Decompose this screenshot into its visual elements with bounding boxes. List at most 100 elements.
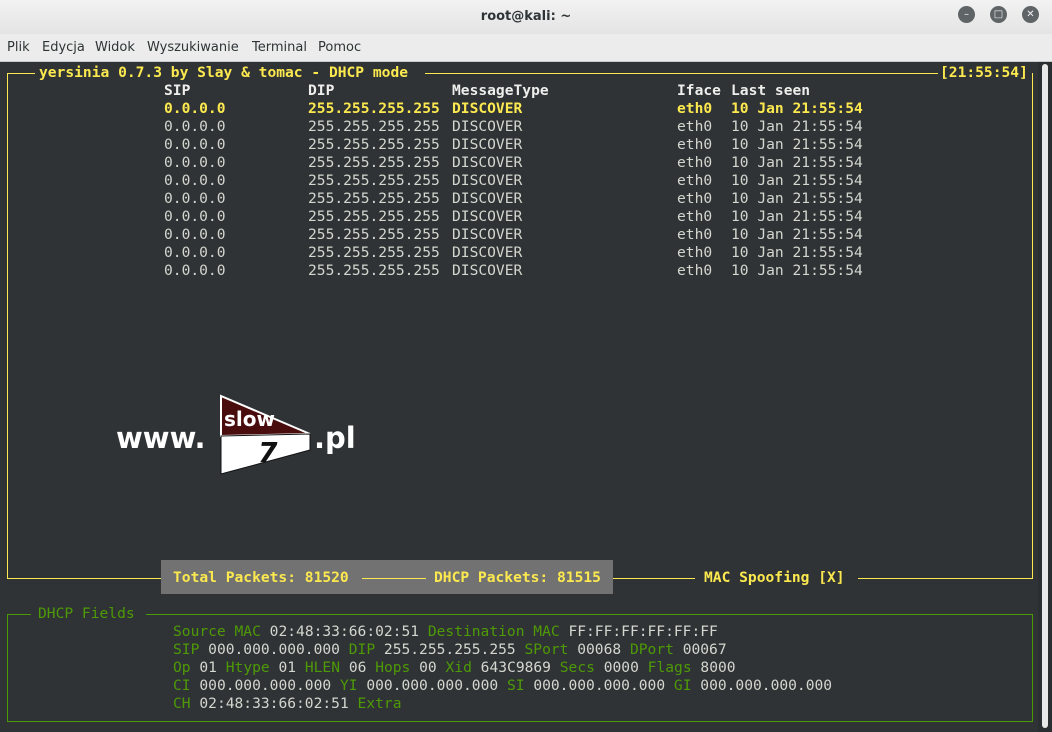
field-label: DIP (348, 641, 376, 658)
row-msg: DISCOVER (452, 226, 523, 243)
col-dip: DIP (308, 82, 335, 99)
field-label: GI (673, 677, 692, 694)
field-label: Op (173, 659, 191, 676)
frame-top-left (7, 73, 35, 74)
menu-edycja[interactable]: Edycja (42, 40, 85, 55)
field-label: CH (173, 695, 191, 712)
field-label: CI (173, 677, 191, 694)
field-label: Destination MAC (427, 623, 560, 640)
row-sip: 0.0.0.0 (164, 244, 226, 261)
maximize-icon[interactable]: □ (990, 6, 1007, 23)
total-packets: Total Packets: 81520 (173, 569, 349, 586)
field-value[interactable]: 01 (199, 659, 217, 676)
fields-bottom (7, 721, 1033, 722)
header-title: yersinia 0.7.3 by Slay & tomac - DHCP mo… (39, 64, 409, 81)
field-value[interactable]: 00 (419, 659, 437, 676)
field-value[interactable]: 255.255.255.255 (384, 641, 516, 658)
field-value[interactable]: 06 (349, 659, 367, 676)
frame-bottom-left (7, 578, 161, 579)
watermark-badge-top: slow (224, 407, 275, 431)
field-value[interactable]: 8000 (700, 659, 735, 676)
fields-title: DHCP Fields (38, 605, 135, 622)
field-value[interactable]: 00067 (683, 641, 727, 658)
scrollbar[interactable] (1038, 62, 1052, 732)
row-seen: 10 Jan 21:55:54 (731, 154, 863, 171)
col-iface: Iface (677, 82, 721, 99)
frame-bottom-right (858, 578, 1033, 579)
row-dip: 255.255.255.255 (308, 172, 440, 189)
field-value[interactable]: 02:48:33:66:02:51 (270, 623, 419, 640)
watermark-badge: slow 7 (220, 394, 311, 475)
row-msg: DISCOVER (452, 154, 523, 171)
frame-left (7, 73, 8, 579)
header-clock: [21:55:54] (940, 64, 1028, 81)
field-line-3: Op 01 Htype 01 HLEN 06 Hops 00 Xid 643C9… (173, 659, 736, 677)
row-iface: eth0 (677, 136, 713, 153)
field-value[interactable]: 0000 (604, 659, 639, 676)
row-msg: DISCOVER (452, 100, 523, 117)
field-value[interactable]: 000.000.000.000 (208, 641, 340, 658)
close-icon[interactable]: ✕ (1022, 6, 1039, 23)
row-dip: 255.255.255.255 (308, 226, 440, 243)
field-value[interactable]: 000.000.000.000 (366, 677, 498, 694)
menu-widok[interactable]: Widok (95, 40, 135, 55)
window-title: root@kali: ~ (480, 9, 572, 24)
field-label: SI (506, 677, 525, 694)
row-dip: 255.255.255.255 (308, 190, 440, 207)
field-line-4: CI 000.000.000.000 YI 000.000.000.000 SI… (173, 677, 832, 695)
row-sip: 0.0.0.0 (164, 190, 226, 207)
row-seen: 10 Jan 21:55:54 (731, 100, 863, 117)
row-dip: 255.255.255.255 (308, 244, 440, 261)
col-messagetype: MessageType (452, 82, 549, 99)
field-value[interactable]: 000.000.000.000 (700, 677, 832, 694)
menu-terminal[interactable]: Terminal (252, 40, 307, 55)
field-value[interactable]: 00068 (577, 641, 621, 658)
row-msg: DISCOVER (452, 136, 523, 153)
row-sip: 0.0.0.0 (164, 208, 226, 225)
field-label: Secs (559, 659, 595, 676)
row-dip: 255.255.255.255 (308, 136, 440, 153)
row-dip: 255.255.255.255 (308, 118, 440, 135)
fields-top-right (146, 614, 1033, 615)
field-value[interactable]: 000.000.000.000 (533, 677, 665, 694)
watermark-suffix: .pl (314, 421, 356, 455)
row-iface: eth0 (677, 118, 713, 135)
field-value[interactable]: 01 (278, 659, 296, 676)
window-titlebar[interactable]: root@kali: ~ – □ ✕ (0, 0, 1052, 34)
row-sip: 0.0.0.0 (164, 262, 226, 279)
row-sip: 0.0.0.0 (164, 136, 226, 153)
mac-spoofing-status: MAC Spoofing [X] (704, 569, 845, 586)
field-line-5: CH 02:48:33:66:02:51 Extra (173, 695, 401, 713)
field-value[interactable]: 000.000.000.000 (199, 677, 331, 694)
row-seen: 10 Jan 21:55:54 (731, 118, 863, 135)
row-dip: 255.255.255.255 (308, 100, 440, 117)
row-iface: eth0 (677, 208, 713, 225)
watermark-prefix: www. (116, 421, 206, 455)
minimize-icon[interactable]: – (958, 6, 975, 23)
row-msg: DISCOVER (452, 208, 523, 225)
row-dip: 255.255.255.255 (308, 154, 440, 171)
frame-top-mid (425, 73, 938, 74)
row-seen: 10 Jan 21:55:54 (731, 262, 863, 279)
row-msg: DISCOVER (452, 190, 523, 207)
terminal-area[interactable]: yersinia 0.7.3 by Slay & tomac - DHCP mo… (0, 62, 1038, 732)
field-value[interactable]: 643C9869 (481, 659, 551, 676)
fields-left (7, 614, 8, 721)
menu-plik[interactable]: Plik (7, 40, 30, 55)
field-label: YI (339, 677, 358, 694)
field-value[interactable]: FF:FF:FF:FF:FF:FF (568, 623, 717, 640)
menu-wyszukiwanie[interactable]: Wyszukiwanie (147, 40, 239, 55)
row-seen: 10 Jan 21:55:54 (731, 226, 863, 243)
field-label: SIP (173, 641, 200, 658)
row-sip: 0.0.0.0 (164, 172, 226, 189)
row-sip: 0.0.0.0 (164, 100, 226, 117)
field-label: Source MAC (173, 623, 261, 640)
field-label: Xid (445, 659, 472, 676)
field-label: Extra (357, 695, 402, 712)
row-dip: 255.255.255.255 (308, 208, 440, 225)
field-label: Hops (375, 659, 411, 676)
col-last-seen: Last seen (731, 82, 811, 99)
menu-pomoc[interactable]: Pomoc (318, 40, 361, 55)
field-value[interactable]: 02:48:33:66:02:51 (199, 695, 348, 712)
scrollbar-thumb[interactable] (1042, 64, 1048, 728)
